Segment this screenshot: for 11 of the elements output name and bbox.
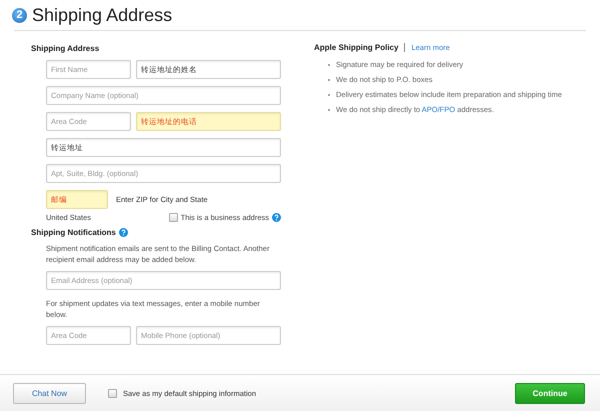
checkbox[interactable] — [108, 388, 117, 398]
policy-title: Apple Shipping Policy — [314, 43, 398, 52]
continue-button[interactable]: Continue — [515, 382, 585, 404]
chat-now-button[interactable]: Chat Now — [13, 382, 86, 404]
checkbox[interactable] — [168, 213, 178, 222]
help-icon[interactable] — [118, 228, 128, 237]
help-icon[interactable] — [272, 213, 281, 222]
page-title: Shipping Address — [32, 4, 172, 26]
step-badge: 2 — [12, 8, 27, 22]
section-title: Shipping Notifications — [31, 228, 116, 237]
section-title: Shipping Address — [31, 44, 100, 53]
